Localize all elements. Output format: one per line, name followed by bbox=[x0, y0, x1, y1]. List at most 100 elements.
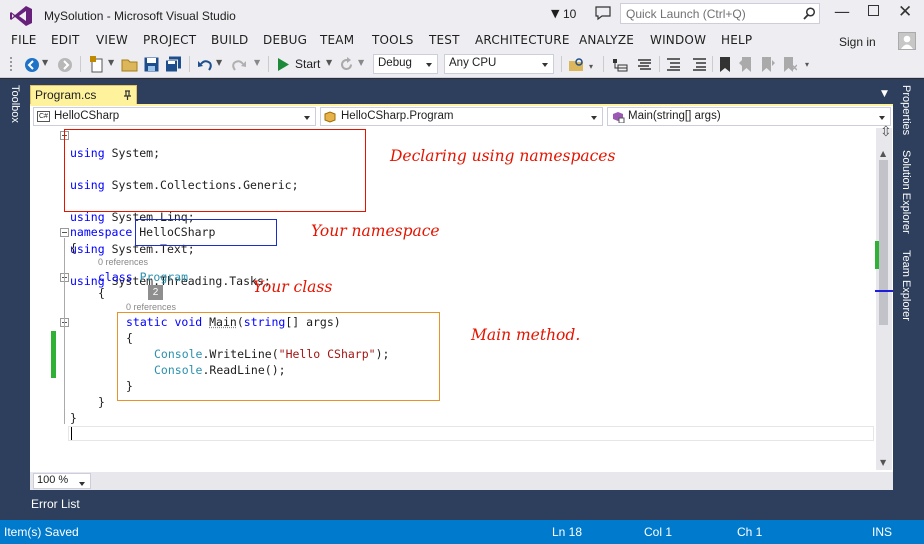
namespace-annotation-box bbox=[135, 219, 277, 246]
forward-icon[interactable] bbox=[57, 57, 73, 73]
filter-icon[interactable]: ▼ bbox=[551, 7, 559, 20]
fold-toggle-namespace[interactable] bbox=[60, 228, 69, 237]
platform-value: Any CPU bbox=[449, 57, 497, 69]
menu-architecture[interactable]: ARCHITECTURE bbox=[475, 33, 570, 47]
redo-icon[interactable] bbox=[231, 57, 247, 72]
scroll-down-icon[interactable]: ▼ bbox=[880, 458, 886, 467]
menu-test[interactable]: TEST bbox=[429, 33, 460, 47]
main-annotation-box bbox=[117, 312, 440, 401]
zoom-select[interactable]: 100 % bbox=[33, 473, 91, 489]
platform-select[interactable]: Any CPU bbox=[444, 54, 554, 74]
search-icon[interactable] bbox=[803, 7, 816, 20]
csharp-project-icon: C# bbox=[37, 111, 50, 122]
toolbar-overflow-icon[interactable]: ▾ bbox=[805, 60, 809, 69]
new-project-icon[interactable] bbox=[89, 56, 105, 73]
saved-change-bar bbox=[51, 331, 56, 378]
changes-marker bbox=[875, 241, 879, 269]
member-nav-dropdown[interactable]: Main(string[] args) bbox=[607, 107, 891, 126]
feedback-icon[interactable] bbox=[595, 6, 611, 21]
split-icon[interactable]: ⇳ bbox=[880, 125, 892, 139]
solution-explorer-icon[interactable] bbox=[612, 57, 628, 72]
close-icon[interactable]: ✕ bbox=[898, 2, 912, 22]
user-icon bbox=[901, 35, 913, 49]
zoom-value: 100 % bbox=[37, 474, 69, 486]
quick-launch-placeholder: Quick Launch (Ctrl+Q) bbox=[626, 7, 746, 21]
menu-analyze[interactable]: ANALYZE bbox=[579, 33, 634, 47]
comment-icon[interactable] bbox=[666, 57, 682, 72]
class-line: class Program bbox=[98, 269, 188, 285]
back-icon[interactable] bbox=[24, 57, 40, 73]
open-file-icon[interactable] bbox=[121, 56, 139, 73]
class-icon bbox=[324, 111, 336, 123]
error-list-tab[interactable]: Error List bbox=[31, 497, 80, 511]
team-explorer-tab[interactable]: Team Explorer bbox=[900, 250, 912, 330]
namespace-open-brace: { bbox=[70, 241, 77, 255]
undo-icon[interactable] bbox=[197, 57, 213, 72]
class-nav-dropdown[interactable]: HelloCSharp.Program bbox=[320, 107, 603, 126]
project-nav-dropdown[interactable]: C# HelloCSharp bbox=[33, 107, 316, 126]
project-nav-value: HelloCSharp bbox=[54, 110, 120, 122]
menu-file[interactable]: FILE bbox=[11, 33, 37, 47]
menu-project[interactable]: PROJECT bbox=[143, 33, 196, 47]
bookmark-icon[interactable] bbox=[719, 57, 731, 72]
minimize-icon[interactable]: — bbox=[834, 2, 850, 21]
menu-build[interactable]: BUILD bbox=[211, 33, 248, 47]
class-nav-value: HelloCSharp.Program bbox=[341, 110, 454, 122]
menu-help[interactable]: HELP bbox=[721, 33, 752, 47]
tab-list-dropdown-icon[interactable]: ▼ bbox=[881, 89, 888, 99]
horizontal-scrollbar[interactable] bbox=[95, 473, 875, 489]
redo-dropdown-icon[interactable]: ▼ bbox=[254, 58, 260, 67]
quick-launch-box[interactable]: Quick Launch (Ctrl+Q) bbox=[620, 3, 820, 24]
find-in-files-icon[interactable] bbox=[569, 57, 585, 73]
start-button[interactable]: Start bbox=[276, 55, 330, 74]
prev-bookmark-icon[interactable] bbox=[739, 57, 753, 72]
save-all-icon[interactable] bbox=[165, 56, 183, 73]
menu-tools[interactable]: TOOLS bbox=[372, 33, 414, 47]
new-dropdown-icon[interactable]: ▼ bbox=[108, 58, 114, 67]
text-caret bbox=[71, 427, 72, 440]
refresh-dropdown-icon[interactable]: ▼ bbox=[358, 58, 364, 67]
namespace-annotation-label: Your namespace bbox=[311, 222, 440, 240]
keyword: using bbox=[70, 210, 105, 224]
toolbar-grip[interactable] bbox=[10, 57, 14, 71]
undo-dropdown-icon[interactable]: ▼ bbox=[216, 58, 222, 67]
menu-window[interactable]: WINDOW bbox=[650, 33, 706, 47]
member-nav-value: Main(string[] args) bbox=[628, 110, 721, 122]
maximize-icon[interactable] bbox=[868, 5, 879, 16]
find-dropdown-icon[interactable]: ▾ bbox=[589, 62, 593, 71]
next-bookmark-icon[interactable] bbox=[761, 57, 775, 72]
menu-edit[interactable]: EDIT bbox=[51, 33, 80, 47]
class-open-brace: { bbox=[98, 286, 105, 300]
using-annotation-label: Declaring using namespaces bbox=[390, 147, 616, 165]
menu-team[interactable]: TEAM bbox=[320, 33, 354, 47]
class-close-brace: } bbox=[98, 395, 105, 409]
solution-explorer-tab[interactable]: Solution Explorer bbox=[900, 150, 912, 245]
class-references-lens[interactable]: 0 references bbox=[98, 257, 148, 267]
avatar[interactable] bbox=[898, 32, 916, 50]
uncomment-icon[interactable] bbox=[692, 57, 708, 72]
toolbox-tab[interactable]: Toolbox bbox=[9, 85, 21, 145]
scroll-up-icon[interactable]: ▲ bbox=[880, 149, 886, 158]
notification-count[interactable]: 10 bbox=[563, 7, 576, 21]
document-tab-program-cs[interactable]: Program.cs bbox=[30, 85, 137, 105]
window-title: MySolution - Microsoft Visual Studio bbox=[44, 9, 236, 23]
method-references-lens[interactable]: 0 references bbox=[126, 302, 176, 312]
status-line: Ln 18 bbox=[552, 525, 583, 539]
menu-view[interactable]: VIEW bbox=[96, 33, 128, 47]
format-icon[interactable] bbox=[637, 57, 653, 72]
scroll-thumb[interactable] bbox=[879, 160, 888, 325]
menu-debug[interactable]: DEBUG bbox=[263, 33, 307, 47]
title-bar: MySolution - Microsoft Visual Studio ▼ 1… bbox=[0, 0, 924, 30]
save-icon[interactable] bbox=[144, 57, 159, 72]
refresh-icon[interactable] bbox=[339, 57, 354, 72]
clear-bookmarks-icon[interactable] bbox=[783, 57, 797, 72]
annotation-badge: 2 bbox=[148, 285, 163, 300]
back-dropdown-icon[interactable]: ▼ bbox=[42, 58, 48, 67]
start-dropdown-icon[interactable]: ▼ bbox=[326, 58, 332, 67]
sign-in-link[interactable]: Sign in bbox=[839, 35, 876, 49]
properties-tab[interactable]: Properties bbox=[900, 85, 912, 145]
using-annotation-box bbox=[64, 129, 366, 212]
pin-icon[interactable] bbox=[122, 90, 133, 101]
configuration-select[interactable]: Debug bbox=[373, 54, 438, 74]
status-message: Item(s) Saved bbox=[4, 525, 79, 539]
